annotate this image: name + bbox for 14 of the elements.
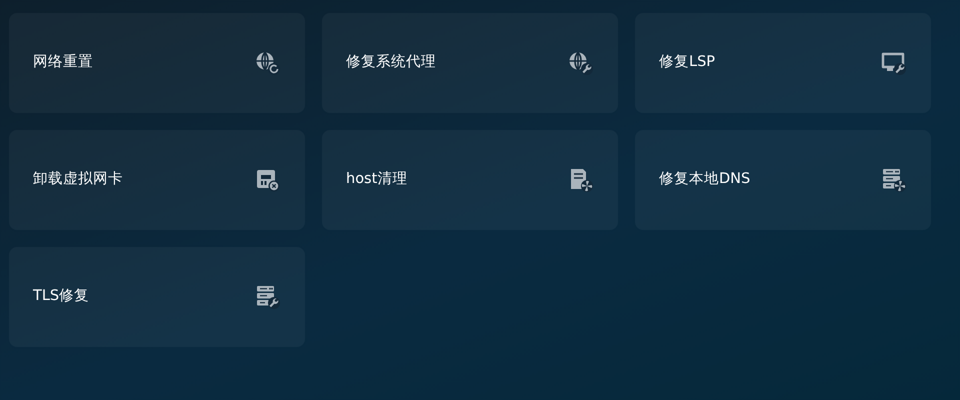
tool-tile[interactable]: 修复系统代理	[322, 13, 618, 113]
server-wrench-icon	[255, 284, 281, 310]
tool-tile[interactable]: 网络重置	[9, 13, 305, 113]
monitor-wrench-icon	[881, 50, 907, 76]
server-fan-icon	[881, 167, 907, 193]
tool-tile[interactable]: host清理	[322, 130, 618, 230]
tool-tile[interactable]: 修复LSP	[635, 13, 931, 113]
tool-tile[interactable]: 卸载虚拟网卡	[9, 130, 305, 230]
globe-refresh-icon	[255, 50, 281, 76]
document-fan-icon	[568, 167, 594, 193]
network-card-remove-icon	[255, 167, 281, 193]
globe-wrench-icon	[568, 50, 594, 76]
tool-tile[interactable]: TLS修复	[9, 247, 305, 347]
tool-tile[interactable]: 修复本地DNS	[635, 130, 931, 230]
